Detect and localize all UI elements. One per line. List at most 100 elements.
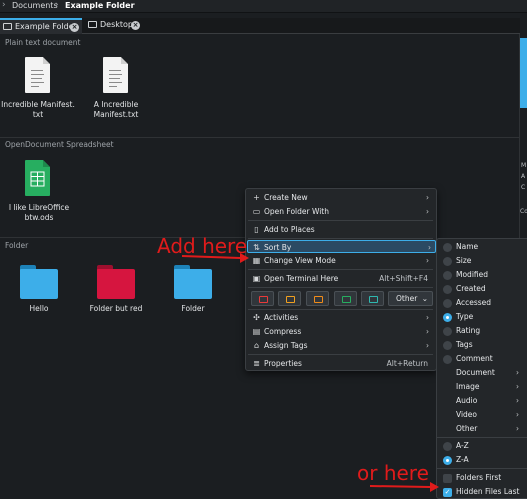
close-icon[interactable]: × xyxy=(70,23,79,32)
menu-separator xyxy=(248,309,433,310)
color-button-orange[interactable] xyxy=(306,291,329,306)
color-button-green[interactable] xyxy=(334,291,357,306)
sort-option-modified[interactable]: Modified xyxy=(437,268,527,282)
sort-submenu-video[interactable]: Video › xyxy=(437,408,527,422)
chevron-right-icon: › xyxy=(2,0,6,10)
chevron-right-icon: › xyxy=(426,313,429,322)
group-divider xyxy=(0,137,519,138)
file-label[interactable]: Incredible Manifest. txt xyxy=(0,100,76,120)
sort-option-rating[interactable]: Rating xyxy=(437,324,527,338)
sort-option-type[interactable]: Type xyxy=(437,310,527,324)
folder-icon[interactable] xyxy=(20,265,58,299)
folder-icon xyxy=(286,296,295,303)
properties-icon: ≣ xyxy=(253,359,260,368)
info-field-label: Co xyxy=(520,208,527,215)
chevron-right-icon: › xyxy=(426,256,429,265)
color-button-yellow[interactable] xyxy=(278,291,301,306)
sort-option-name[interactable]: Name xyxy=(437,240,527,254)
breadcrumb-documents[interactable]: Documents xyxy=(12,1,58,10)
tab-label: Desktop xyxy=(100,20,133,29)
menu-separator xyxy=(437,437,527,438)
radio-button xyxy=(443,442,452,451)
sort-submenu-image[interactable]: Image › xyxy=(437,380,527,394)
menu-separator xyxy=(437,468,527,469)
menu-separator xyxy=(248,238,433,239)
tab-desktop[interactable]: Desktop × xyxy=(85,18,142,34)
folder-icon xyxy=(369,296,378,303)
menu-separator xyxy=(248,269,433,270)
sort-option-size[interactable]: Size xyxy=(437,254,527,268)
chevron-right-icon: › xyxy=(426,207,429,216)
file-label[interactable]: Hello xyxy=(10,304,68,314)
bookmark-icon: ▯ xyxy=(254,225,259,234)
radio-button-selected xyxy=(443,456,452,465)
menu-item-open-terminal[interactable]: ▣ Open Terminal Here Alt+Shift+F4 xyxy=(248,272,433,285)
folder-icon[interactable] xyxy=(97,265,135,299)
color-button-cyan[interactable] xyxy=(361,291,384,306)
file-label[interactable]: Folder but red xyxy=(82,304,150,314)
other-color-dropdown[interactable]: Other ⌄ xyxy=(388,291,433,306)
menu-item-open-folder-with[interactable]: ▭ Open Folder With › xyxy=(248,205,433,218)
text-document-icon[interactable] xyxy=(25,57,50,93)
sort-option-created[interactable]: Created xyxy=(437,282,527,296)
hidden-files-last-checkbox[interactable]: ✓ Hidden Files Last xyxy=(437,485,527,499)
sort-submenu-audio[interactable]: Audio › xyxy=(437,394,527,408)
menu-item-properties[interactable]: ≣ Properties Alt+Return xyxy=(248,357,433,370)
group-plain-text xyxy=(0,40,519,137)
sort-order-z-a[interactable]: Z-A xyxy=(437,453,527,467)
view-mode-icon: ▦ xyxy=(252,256,261,265)
folders-first-checkbox[interactable]: Folders First xyxy=(437,471,527,485)
radio-button xyxy=(443,327,452,336)
terminal-icon: ▣ xyxy=(252,274,261,283)
color-button-red[interactable] xyxy=(251,291,274,306)
file-label[interactable]: A Incredible Manifest.txt xyxy=(80,100,152,120)
menu-item-add-to-places[interactable]: ▯ Add to Places xyxy=(248,223,433,236)
sort-option-comment[interactable]: Comment xyxy=(437,352,527,366)
folder-open-icon: ▭ xyxy=(252,207,261,216)
radio-button xyxy=(443,271,452,280)
radio-button xyxy=(443,355,452,364)
other-label: Other xyxy=(396,294,418,303)
preview-image xyxy=(520,38,527,108)
menu-item-change-view-mode[interactable]: ▦ Change View Mode › xyxy=(248,254,433,267)
file-label[interactable]: I like LibreOffice btw.ods xyxy=(0,203,78,223)
chevron-down-icon: ⌄ xyxy=(421,294,428,303)
tab-example-folder[interactable]: Example Folder × xyxy=(0,18,82,34)
menu-item-assign-tags[interactable]: ⌂ Assign Tags › xyxy=(248,339,433,352)
sort-submenu-other[interactable]: Other › xyxy=(437,422,527,436)
menu-separator xyxy=(248,287,433,288)
menu-item-compress[interactable]: ▤ Compress › xyxy=(248,325,433,338)
radio-button-selected xyxy=(443,313,452,322)
sort-order-a-z[interactable]: A-Z xyxy=(437,439,527,453)
breadcrumb-example-folder[interactable]: Example Folder xyxy=(65,1,135,10)
menu-separator xyxy=(248,354,433,355)
text-document-icon[interactable] xyxy=(103,57,128,93)
chevron-right-icon: › xyxy=(516,368,519,377)
chevron-right-icon: › xyxy=(426,341,429,350)
folder-tab-icon xyxy=(3,23,12,30)
sort-submenu-document[interactable]: Document › xyxy=(437,366,527,380)
tag-icon: ⌂ xyxy=(253,341,260,350)
menu-item-sort-by[interactable]: ⇅ Sort By › xyxy=(247,240,436,253)
chevron-right-icon: › xyxy=(516,424,519,433)
menu-separator xyxy=(248,220,433,221)
radio-button xyxy=(443,285,452,294)
folder-icon xyxy=(342,296,351,303)
shortcut-label: Alt+Shift+F4 xyxy=(379,274,428,283)
archive-icon: ▤ xyxy=(252,327,261,336)
radio-button xyxy=(443,257,452,266)
sort-option-accessed[interactable]: Accessed xyxy=(437,296,527,310)
spreadsheet-icon[interactable] xyxy=(25,160,50,196)
close-icon[interactable]: × xyxy=(131,21,140,30)
chevron-right-icon: › xyxy=(426,327,429,336)
annotation-arrow xyxy=(370,482,439,492)
plus-icon: + xyxy=(253,193,260,202)
folder-icon xyxy=(314,296,323,303)
sort-option-tags[interactable]: Tags xyxy=(437,338,527,352)
checkbox xyxy=(443,474,452,483)
checkmark-icon: ✓ xyxy=(443,488,452,497)
file-label[interactable]: Folder xyxy=(163,304,223,314)
menu-item-create-new[interactable]: + Create New › xyxy=(248,191,433,204)
menu-item-activities[interactable]: ✣ Activities › xyxy=(248,311,433,324)
folder-icon[interactable] xyxy=(174,265,212,299)
